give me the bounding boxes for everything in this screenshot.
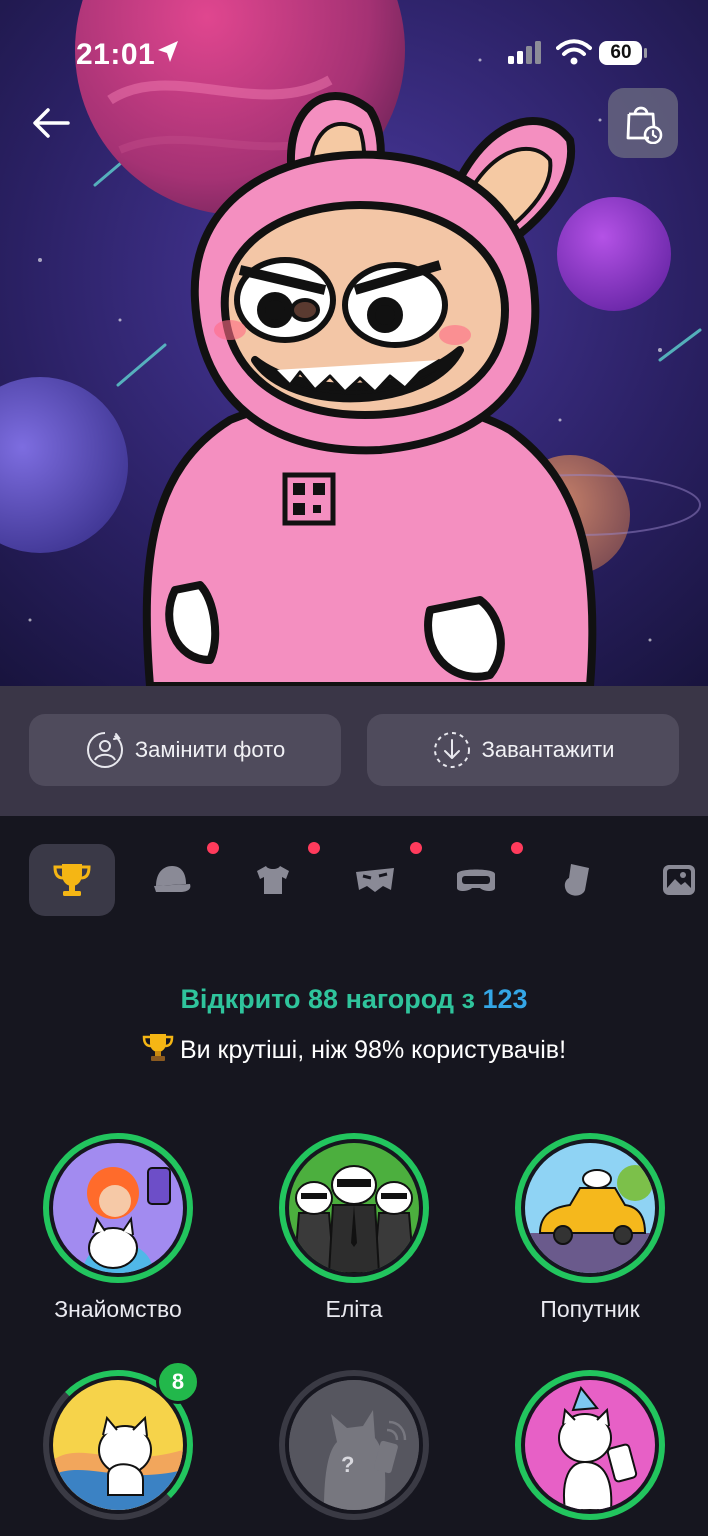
tab-clothing[interactable] — [230, 842, 320, 916]
achievement-elite[interactable] — [279, 1133, 429, 1283]
awards-count: Відкрито 88 нагород з 123 — [0, 984, 708, 1015]
achievement-image: ? — [289, 1380, 419, 1510]
awards-total: 123 — [482, 984, 528, 1014]
arrow-left-icon — [33, 108, 70, 138]
achievement-item-6[interactable] — [515, 1370, 665, 1520]
image-icon — [663, 865, 695, 895]
shopping-bag-clock-icon — [626, 106, 663, 144]
new-items-dot — [410, 842, 422, 854]
replace-photo-label: Замінити фото — [134, 737, 286, 762]
tab-gloves[interactable] — [534, 844, 620, 916]
achievement-label: Попутник — [540, 1296, 640, 1322]
new-items-dot — [308, 842, 320, 854]
notification-badge: 8 — [156, 1360, 200, 1404]
download-label: Завантажити — [481, 737, 615, 762]
achievement-fellow-traveler[interactable] — [515, 1133, 665, 1283]
trophy-icon — [53, 864, 91, 896]
achievement-image — [289, 1143, 419, 1273]
replace-photo-button[interactable]: Замінити фото — [29, 714, 341, 786]
trophy-icon — [142, 1034, 174, 1061]
mask-icon — [356, 868, 394, 892]
purchase-history-button[interactable] — [608, 88, 678, 158]
tab-awards[interactable] — [29, 844, 115, 916]
locked-question-mark: ? — [341, 1452, 355, 1477]
glove-icon — [564, 864, 589, 896]
achievement-locked[interactable]: ? — [279, 1370, 429, 1520]
back-button[interactable] — [28, 100, 76, 148]
achievement-label: Знайомство — [54, 1296, 182, 1322]
tab-hats[interactable] — [129, 842, 219, 916]
status-time: 21:01 — [76, 38, 156, 71]
awards-summary: Відкрито 88 нагород з 123 Ви крутіші, ні… — [0, 984, 708, 1065]
awards-opened-text: Відкрито 88 нагород з — [180, 984, 483, 1014]
achievement-acquaintance[interactable] — [43, 1133, 193, 1283]
achievement-image — [53, 1380, 183, 1510]
tab-masks[interactable] — [332, 842, 422, 916]
achievement-label: Еліта — [325, 1296, 383, 1322]
avatar-artwork — [0, 0, 708, 686]
tab-backgrounds[interactable] — [636, 844, 708, 916]
status-bar: 21:01 60 — [0, 34, 708, 74]
download-button[interactable]: Завантажити — [367, 714, 679, 786]
battery-level: 60 — [610, 42, 632, 63]
goggles-icon — [457, 869, 495, 891]
user-rank-text: Ви крутіші, ніж 98% користувачів! — [179, 1036, 567, 1064]
new-items-dot — [511, 842, 523, 854]
achievement-image — [53, 1143, 183, 1273]
photo-actions: Замінити фото Завантажити — [0, 686, 708, 816]
category-tabs — [0, 838, 708, 922]
tshirt-icon — [257, 866, 289, 894]
replace-photo-icon — [86, 732, 123, 768]
new-items-dot — [207, 842, 219, 854]
cellular-signal-icon — [508, 41, 541, 64]
download-icon — [433, 732, 470, 768]
cap-icon — [154, 866, 191, 892]
location-arrow-icon — [158, 41, 178, 62]
tab-glasses[interactable] — [433, 842, 523, 916]
achievement-image — [525, 1143, 655, 1273]
achievement-image — [525, 1380, 655, 1510]
wifi-icon — [556, 39, 592, 65]
user-rank: Ви крутіші, ніж 98% користувачів! — [0, 1033, 708, 1065]
